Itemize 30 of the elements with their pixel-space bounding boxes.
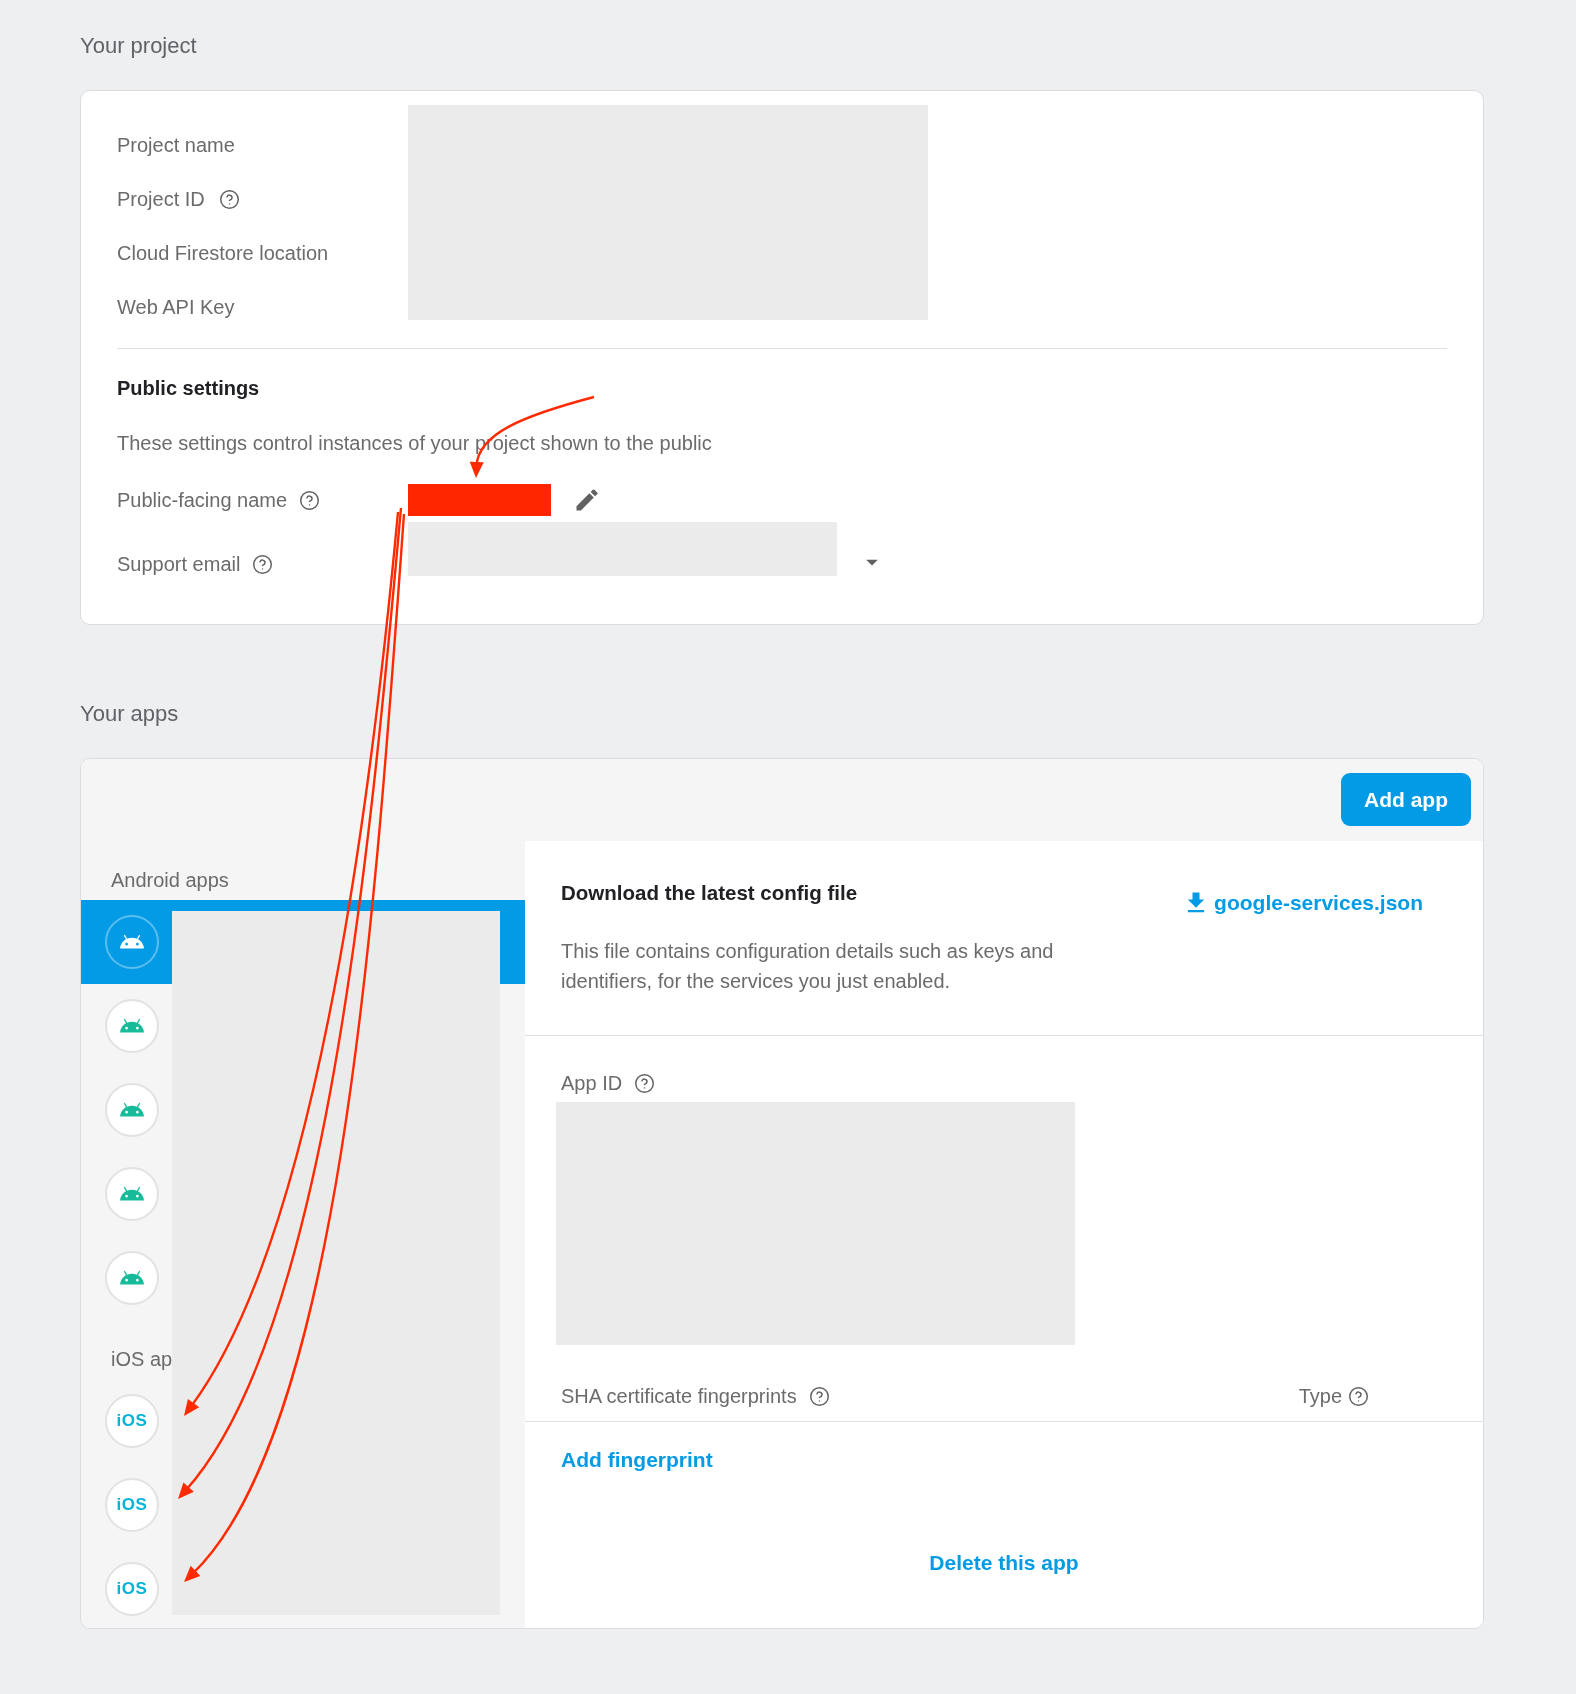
add-app-button[interactable]: Add app [1341,773,1471,826]
help-icon[interactable] [299,489,321,511]
config-title: Download the latest config file [561,881,858,905]
field-label: App ID [561,1071,623,1095]
app-list-item[interactable] [81,900,525,984]
group-label: iOS ap [111,1348,173,1370]
field-label: Support email [117,552,241,576]
help-icon[interactable] [634,1072,656,1094]
section-title: Public settings [117,376,260,400]
platform-badge[interactable]: iOS [105,1562,159,1616]
platform-badge[interactable]: iOS [105,1478,159,1532]
platform-badge[interactable]: iOS [105,1394,159,1448]
field-label: Web API Key [117,295,235,319]
field-label: Project name [117,133,235,157]
section-heading: Your project [80,34,197,58]
delete-app-link[interactable]: Delete this app [929,1551,1079,1575]
field-label: Project ID [117,187,205,211]
download-link[interactable]: google-services.json [1182,889,1423,917]
help-icon[interactable] [1348,1385,1369,1407]
field-label: Public-facing name [117,488,288,512]
help-icon[interactable] [218,188,240,210]
help-icon[interactable] [252,553,274,575]
group-label: Android apps [111,869,229,891]
field-label: Cloud Firestore location [117,241,329,265]
column-header: Type [1298,1384,1342,1408]
config-description: This file contains configuration details such as keys and identifiers, for the services you just enabled. [561,939,1055,994]
section-heading: Your apps [80,702,179,726]
add-fingerprint-link[interactable]: Add fingerprint [561,1448,713,1472]
help-icon[interactable] [808,1385,830,1407]
column-header: SHA certificate fingerprints [561,1384,797,1408]
